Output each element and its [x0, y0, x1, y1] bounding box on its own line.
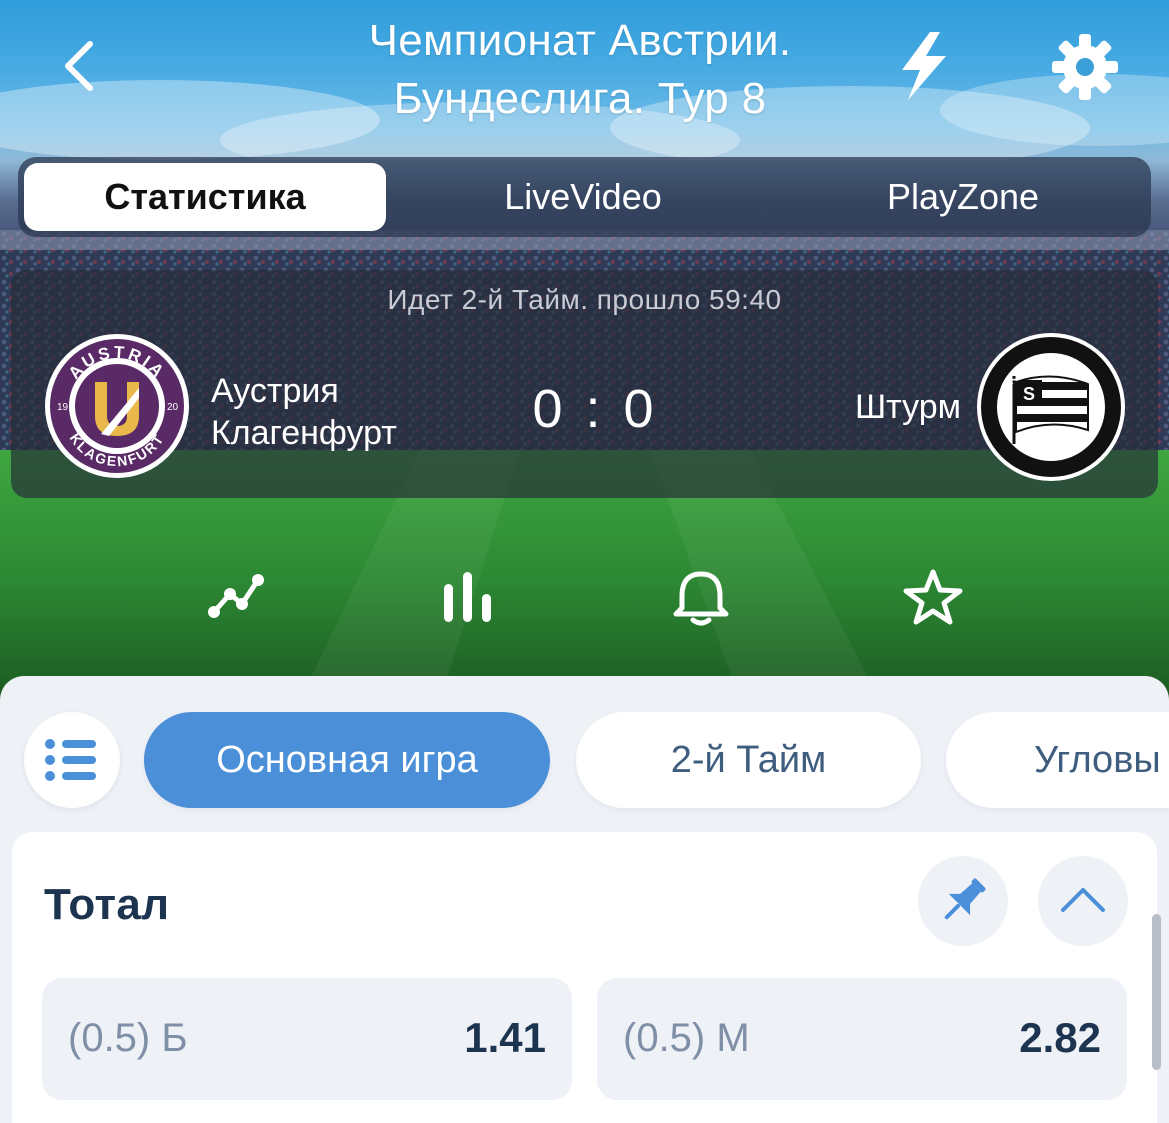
lightning-icon [902, 32, 946, 100]
trend-button[interactable] [200, 564, 270, 634]
away-team-name: Штурм [854, 388, 961, 426]
svg-text:S: S [1023, 384, 1035, 404]
tab-playzone[interactable]: PlayZone [788, 163, 1138, 231]
outcome-under-button[interactable]: (0.5) М 2.82 [597, 978, 1127, 1100]
home-team-logo: AUSTRIA KLAGENFURT 19 20 [45, 334, 189, 478]
home-logo-year-right: 20 [167, 402, 179, 413]
title-line-1: Чемпионат Австрии. [368, 16, 792, 65]
chevron-left-icon [65, 41, 93, 91]
pin-icon [944, 878, 986, 920]
markets-menu-button[interactable] [24, 712, 120, 808]
gear-icon [1052, 34, 1118, 100]
match-status: Идет 2-й Тайм. прошло 59:40 [387, 284, 782, 315]
scoreboard: Идет 2-й Тайм. прошло 59:40 AUSTRIA KLAG… [11, 270, 1158, 498]
home-team-name: Аустрия Клагенфурт [211, 370, 471, 454]
away-team-logo: S SK STURM GRAZ SEIT 1909 [977, 333, 1125, 481]
stats-button[interactable] [432, 564, 502, 634]
back-button[interactable] [58, 38, 102, 94]
tab-bar: Статистика LiveVideo PlayZone [18, 157, 1151, 237]
list-icon [45, 739, 96, 781]
title-line-2: Бундеслига. Тур 8 [393, 74, 767, 123]
collapse-market-button[interactable] [1038, 856, 1128, 946]
filter-chip-second-half[interactable]: 2-й Тайм [576, 712, 921, 808]
home-team-name-line2: Клагенфурт [211, 414, 397, 452]
scrollbar[interactable] [1152, 914, 1161, 1070]
chart-line-icon [208, 574, 264, 618]
bell-icon [673, 571, 729, 626]
notifications-button[interactable] [666, 564, 736, 634]
chevron-up-icon [1061, 888, 1105, 912]
tab-livevideo[interactable]: LiveVideo [408, 163, 758, 231]
page-title: Чемпионат Австрии. Бундеслига. Тур 8 [230, 12, 930, 128]
quick-bet-button[interactable] [894, 30, 954, 102]
tab-statistics[interactable]: Статистика [24, 163, 386, 231]
settings-button[interactable] [1050, 32, 1120, 102]
outcome-under-label: (0.5) М [623, 1016, 750, 1060]
filter-chip-main-game[interactable]: Основная игра [144, 712, 550, 808]
pin-market-button[interactable] [918, 856, 1008, 946]
score: 0 : 0 [532, 379, 658, 439]
market-title: Тотал [44, 880, 170, 929]
outcome-over-button[interactable]: (0.5) Б 1.41 [42, 978, 572, 1100]
stadium-header: Чемпионат Австрии. Бундеслига. Тур 8 Ста… [0, 0, 1169, 700]
star-icon [903, 569, 963, 625]
filter-chip-corners[interactable]: Угловы [946, 712, 1169, 808]
favorite-button[interactable] [898, 564, 968, 634]
outcome-over-label: (0.5) Б [68, 1016, 188, 1060]
outcome-over-odds: 1.41 [464, 1014, 546, 1061]
home-logo-year-left: 19 [57, 402, 69, 413]
outcome-under-odds: 2.82 [1019, 1014, 1101, 1061]
home-team-name-line1: Аустрия [211, 372, 339, 410]
market-card-total: Тотал (0.5) Б 1.41 (0.5) М 2.82 [12, 832, 1157, 1123]
markets-panel: Основная игра 2-й Тайм Угловы Тотал (0.5… [0, 676, 1169, 1123]
bar-chart-icon [444, 572, 491, 622]
